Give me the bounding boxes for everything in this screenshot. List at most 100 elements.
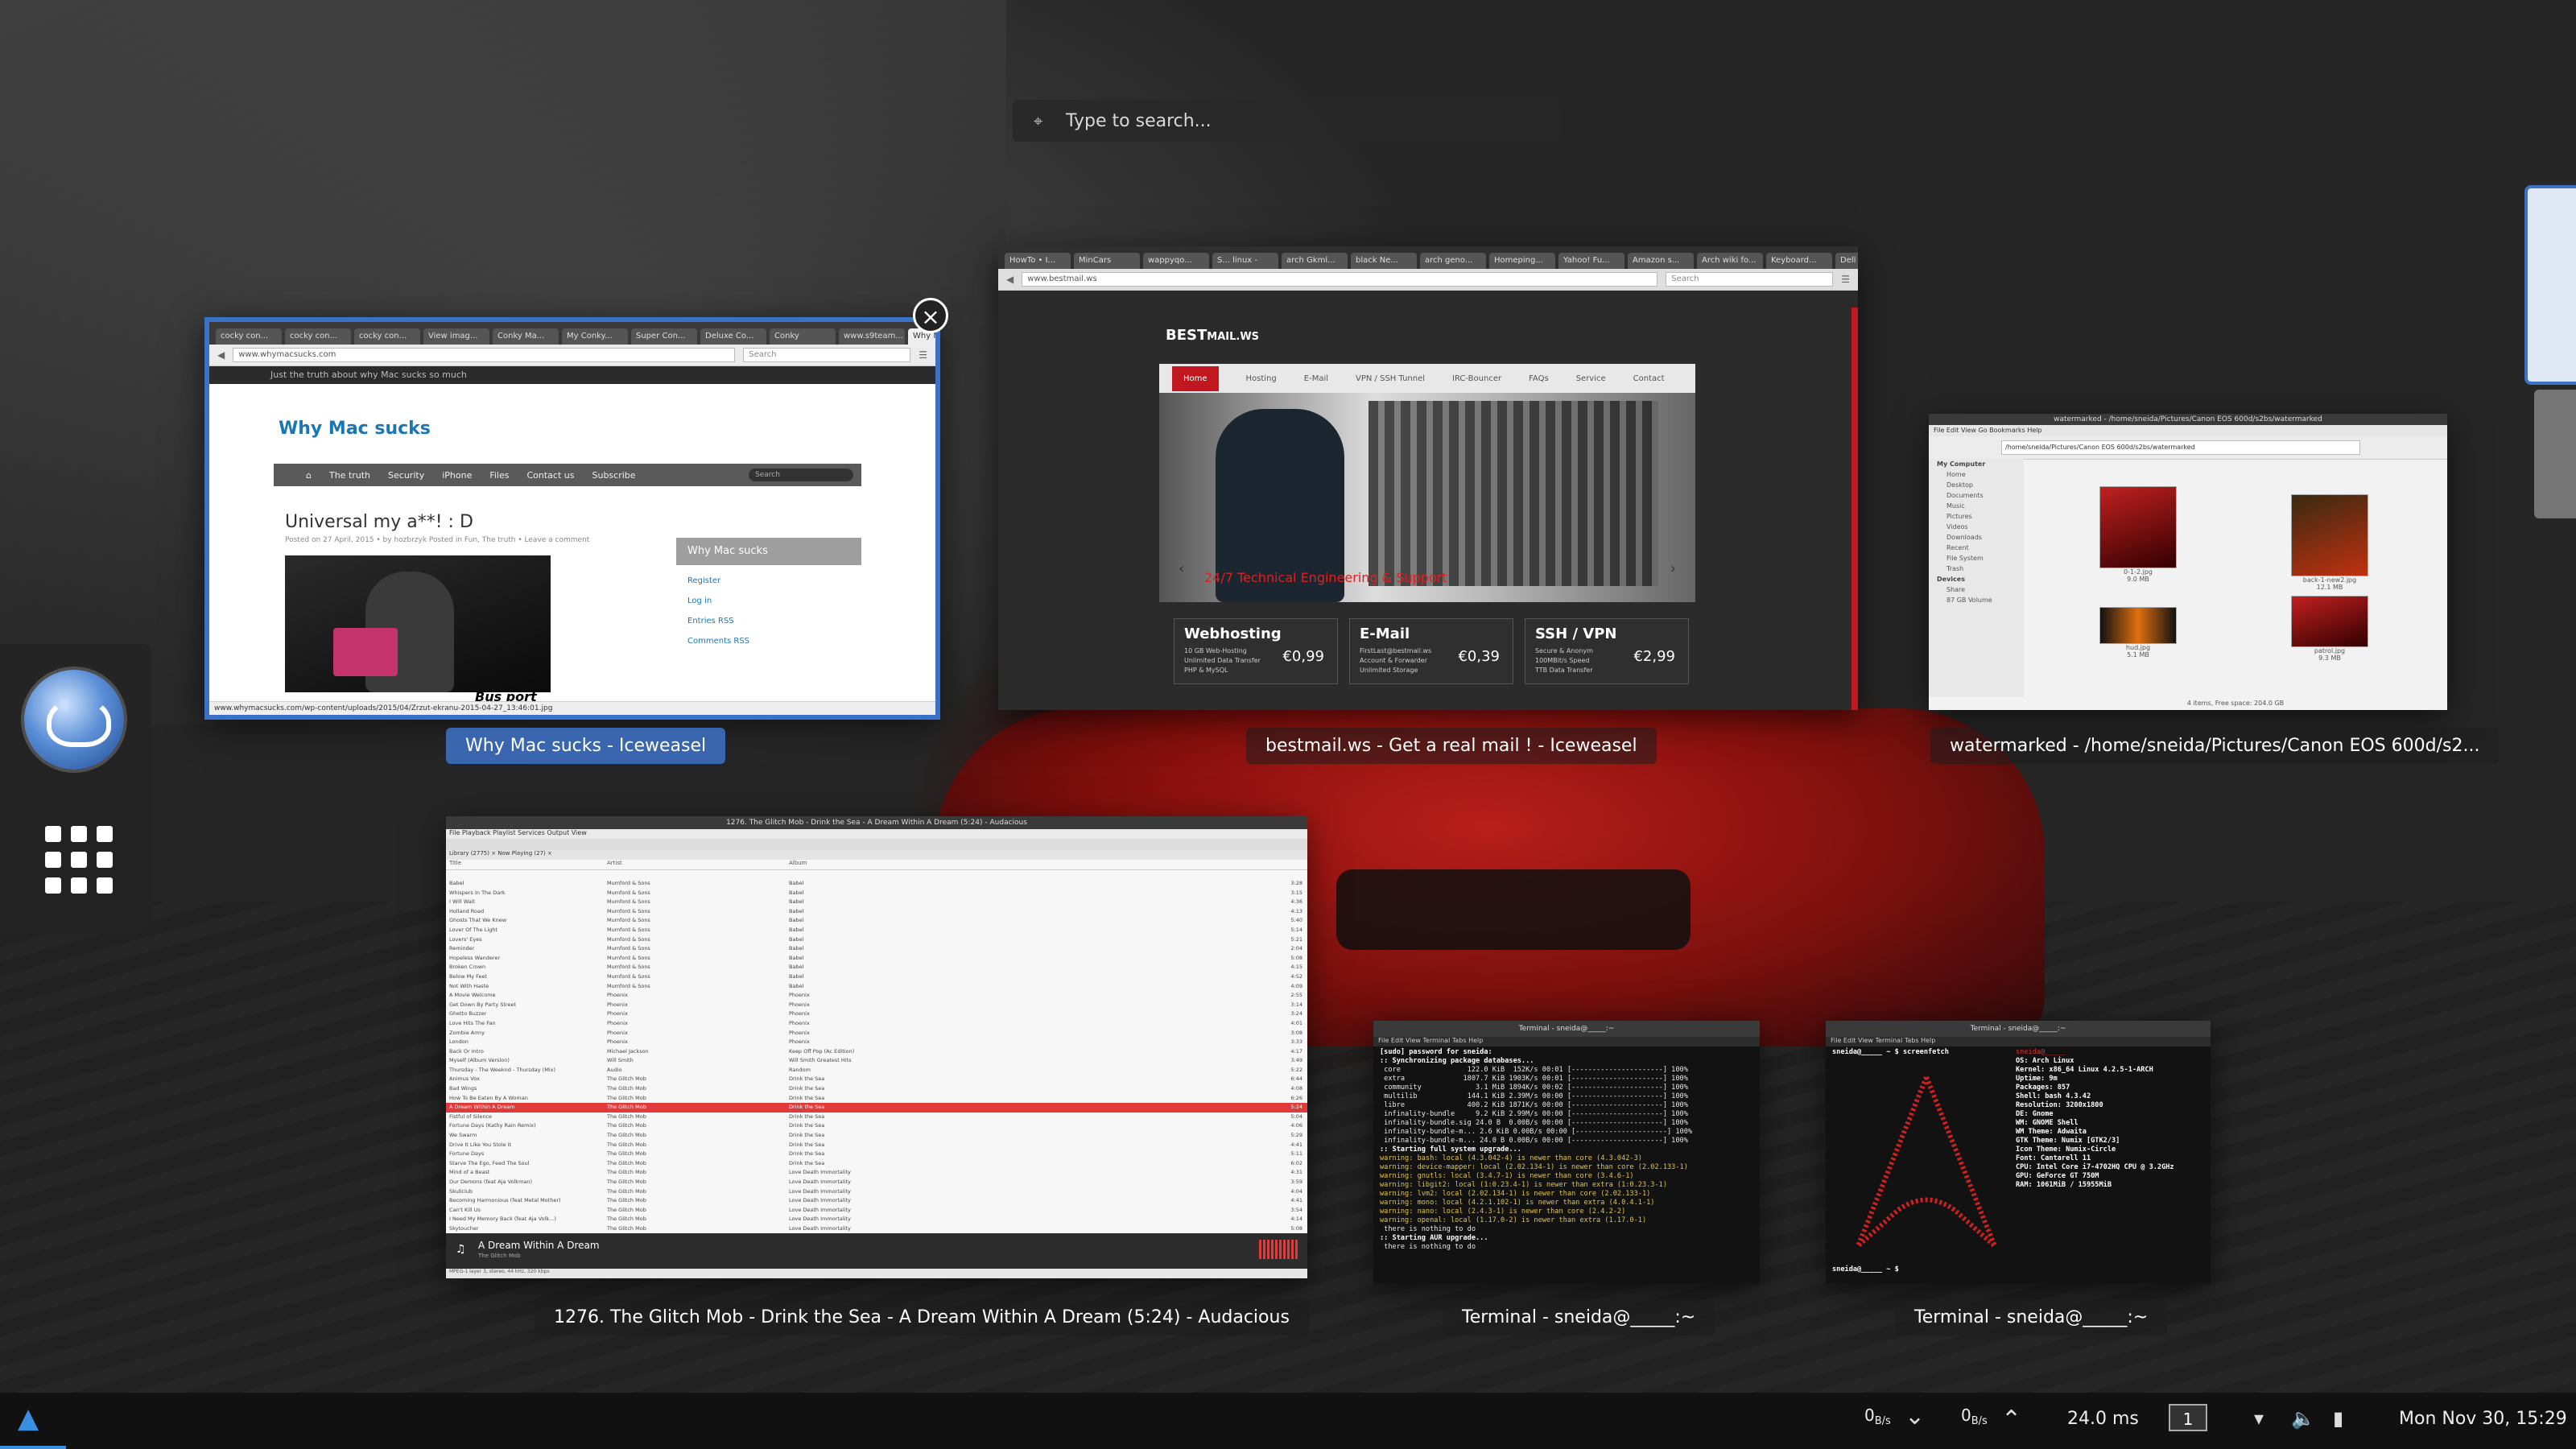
browser-tab[interactable]: View imag... xyxy=(423,328,489,345)
playlist-row[interactable]: We Swarm The Glitch Mob Drink the Sea 5:29 xyxy=(446,1131,1307,1141)
pricing-box[interactable]: Webhosting 10 GB Web-Hosting Unlimited D… xyxy=(1174,618,1338,684)
site-search[interactable]: Search xyxy=(749,469,853,481)
playlist-row[interactable]: Ghetto Buzzer Phoenix Phoenix 3:24 xyxy=(446,1009,1307,1019)
browser-tab[interactable]: Conky Objects xyxy=(770,328,836,345)
playlist-row[interactable]: London Phoenix Phoenix 3:33 xyxy=(446,1038,1307,1047)
window-caption-terminal-2[interactable]: Terminal - sneida@_____:~ xyxy=(1895,1299,2168,1335)
sidebar-item[interactable]: Home xyxy=(1929,469,2024,480)
playlist-row[interactable]: Babel Mumford & Sons Babel 3:28 xyxy=(446,879,1307,889)
playlist-row[interactable]: Get Down By Party Street Phoenix Phoenix 3:… xyxy=(446,1001,1307,1010)
browser-tab[interactable]: wappyqo... xyxy=(1143,253,1209,269)
nav-item[interactable]: IRC-Bouncer xyxy=(1452,374,1501,383)
playlist-row[interactable]: Broken Crown Mumford & Sons Babel 4:15 xyxy=(446,963,1307,972)
next-slide-icon[interactable]: › xyxy=(1670,560,1676,577)
browser-tab[interactable]: Deluxe Co... xyxy=(700,328,766,345)
sidebar-item[interactable]: Downloads xyxy=(1929,532,2024,543)
app-launcher-logo-icon[interactable] xyxy=(24,670,124,770)
nav-item[interactable]: Hosting xyxy=(1246,374,1277,383)
browser-tab[interactable]: black Ne... xyxy=(1351,253,1417,269)
browser-tab[interactable]: My Conky... xyxy=(562,328,628,345)
playlist-row[interactable]: Drive It Like You Stole It The Glitch Mob… xyxy=(446,1141,1307,1150)
file-item[interactable]: back-1-new2.jpg 12.1 MB xyxy=(2289,494,2370,591)
playlist-row[interactable]: Ghosts That We Knew Mumford & Sons Babel 5:… xyxy=(446,916,1307,926)
browser-tab[interactable]: Keyboard... xyxy=(1766,253,1832,269)
playlist-row[interactable]: Can't Kill Us The Glitch Mob Love Death Im… xyxy=(446,1206,1307,1216)
playlist-row[interactable]: Becoming Harmonious (feat Metal Mother) T… xyxy=(446,1196,1307,1206)
playlist-row[interactable]: Thursday - The Weeknd - Thursday (Mix) Au… xyxy=(446,1066,1307,1075)
playlist-row[interactable]: Back Or Intro Michael Jackson Keep Off Pop… xyxy=(446,1047,1307,1057)
playlist-row[interactable]: Starve The Ego, Feed The Soul The Glitch … xyxy=(446,1159,1307,1169)
nav-item[interactable]: FAQs xyxy=(1529,374,1549,383)
browser-tab[interactable]: MinCars Nen... xyxy=(1074,253,1140,269)
playlist-row[interactable]: A Dream Within A Dream The Glitch Mob Drin… xyxy=(446,1103,1307,1113)
sidebar-link[interactable]: Entries RSS xyxy=(687,617,861,625)
playlist-row[interactable]: Hopeless Wanderer Mumford & Sons Babel 5:08 xyxy=(446,954,1307,964)
browser-tab[interactable]: Arch wiki fo... xyxy=(1697,253,1763,269)
sidebar-item[interactable]: Documents xyxy=(1929,490,2024,501)
nav-item[interactable]: Contact xyxy=(1633,374,1665,383)
playlist-row[interactable]: Lover Of The Light Mumford & Sons Babel 5:1… xyxy=(446,926,1307,935)
pricing-box[interactable]: E-Mail FirstLast@bestmail.ws Account & F… xyxy=(1349,618,1513,684)
sidebar-item[interactable]: Trash xyxy=(1929,564,2024,574)
playlist-row[interactable]: I Need My Memory Back (feat Aja Volk...)… xyxy=(446,1215,1307,1224)
sidebar-item[interactable]: Recent xyxy=(1929,543,2024,553)
playlist-row[interactable]: Mind of a Beast The Glitch Mob Love Death … xyxy=(446,1168,1307,1178)
playlist-row[interactable]: Love Hits The Fan Phoenix Phoenix 4:01 xyxy=(446,1019,1307,1029)
playlist-row[interactable]: Fortune Days The Glitch Mob Drink the Sea 5… xyxy=(446,1150,1307,1159)
file-item[interactable]: patrol.jpg 9.3 MB xyxy=(2289,596,2370,662)
nav-item[interactable]: VPN / SSH Tunnel xyxy=(1356,374,1425,383)
playlist-row[interactable]: Lovers' Eyes Mumford & Sons Babel 5:21 xyxy=(446,935,1307,945)
playlist-row[interactable]: Skullclub The Glitch Mob Love Death Immort… xyxy=(446,1187,1307,1197)
playlist-row[interactable]: Our Demons (feat Aja Volkman) The Glitch … xyxy=(446,1178,1307,1187)
playlist-row[interactable]: Below My Feet Mumford & Sons Babel 4:52 xyxy=(446,972,1307,982)
nav-item[interactable]: Files xyxy=(489,470,509,481)
sidebar-link[interactable]: Comments RSS xyxy=(687,637,861,646)
search-input[interactable]: Type to search... xyxy=(1066,111,1212,131)
nav-item[interactable]: Contact us xyxy=(526,470,574,481)
sidebar-item[interactable]: 87 GB Volume xyxy=(1929,595,2024,605)
browser-tab[interactable]: arch geno... xyxy=(1420,253,1486,269)
browser-tab[interactable]: Yahoo! Fu... xyxy=(1558,253,1624,269)
nav-item[interactable]: The truth xyxy=(329,470,370,481)
window-caption-file-manager[interactable]: watermarked - /home/sneida/Pictures/Cano… xyxy=(1930,728,2500,764)
volume-icon[interactable]: 🔈 xyxy=(2291,1407,2315,1430)
menu-icon[interactable]: ☰ xyxy=(919,349,927,361)
browser-tab[interactable]: Homeping... xyxy=(1489,253,1555,269)
playlist-row[interactable]: Skytoucher The Glitch Mob Love Death Immor… xyxy=(446,1224,1307,1234)
close-window-button[interactable]: × xyxy=(913,298,948,333)
playlist-row[interactable]: How To Be Eaten By A Woman The Glitch Mob… xyxy=(446,1094,1307,1104)
playlist-row[interactable]: Holland Road Mumford & Sons Babel 4:13 xyxy=(446,907,1307,917)
nav-item[interactable]: Subscribe xyxy=(592,470,635,481)
prev-slide-icon[interactable]: ‹ xyxy=(1179,560,1184,577)
workspace-thumbnail-1[interactable] xyxy=(2524,185,2576,385)
window-audacious[interactable]: 1276. The Glitch Mob - Drink the Sea - A… xyxy=(446,816,1307,1278)
playlist-row[interactable]: Fortune Days (Kathy Rain Remix) The Glitc… xyxy=(446,1121,1307,1131)
sidebar-link[interactable]: Register xyxy=(687,576,861,585)
play-icon[interactable]: ♫ xyxy=(456,1243,466,1256)
wifi-icon[interactable]: ▾ xyxy=(2254,1407,2264,1430)
browser-tab[interactable]: S... linux - Ca... xyxy=(1212,253,1278,269)
workspace-indicator[interactable]: 1 xyxy=(2169,1404,2207,1431)
browser-tab[interactable]: arch Gkml... xyxy=(1282,253,1348,269)
menu-bar[interactable]: File Edit View Terminal Tabs Help xyxy=(1373,1037,1760,1046)
browser-tab[interactable]: cocky con... xyxy=(216,328,282,345)
window-bestmail[interactable]: HowTo • I...MinCars Nen...wappyqo...S...… xyxy=(998,246,1858,710)
url-bar[interactable]: www.bestmail.ws xyxy=(1022,272,1658,287)
sidebar-item[interactable]: Desktop xyxy=(1929,480,2024,490)
back-icon[interactable]: ◀ xyxy=(217,349,225,361)
playlist-row[interactable]: Not With Haste Mumford & Sons Babel 4:09 xyxy=(446,982,1307,992)
browser-tab[interactable]: Amazon s... xyxy=(1628,253,1694,269)
nav-item[interactable]: E-Mail xyxy=(1304,374,1328,383)
window-terminal-screenfetch[interactable]: Terminal - sneida@_____:~ File Edit View… xyxy=(1826,1021,2211,1283)
playlist-row[interactable]: Fistful of Silence The Glitch Mob Drink th… xyxy=(446,1113,1307,1122)
home-icon[interactable]: ⌂ xyxy=(306,470,312,481)
window-caption-terminal-1[interactable]: Terminal - sneida@_____:~ xyxy=(1443,1299,1715,1335)
nav-item[interactable]: Home xyxy=(1172,365,1219,391)
arch-logo-icon[interactable]: ▲ xyxy=(18,1404,47,1433)
menu-bar[interactable]: File Edit View Go Bookmarks Help xyxy=(1929,425,2447,436)
site-title[interactable]: Why Mac sucks xyxy=(279,419,431,439)
file-item[interactable]: hud.jpg 5.1 MB xyxy=(2098,607,2178,658)
sidebar-item[interactable]: Share xyxy=(1929,584,2024,595)
window-caption-audacious[interactable]: 1276. The Glitch Mob - Drink the Sea - A… xyxy=(535,1299,1309,1335)
playlist-row[interactable]: Animus Vox The Glitch Mob Drink the Sea 6:4… xyxy=(446,1075,1307,1084)
